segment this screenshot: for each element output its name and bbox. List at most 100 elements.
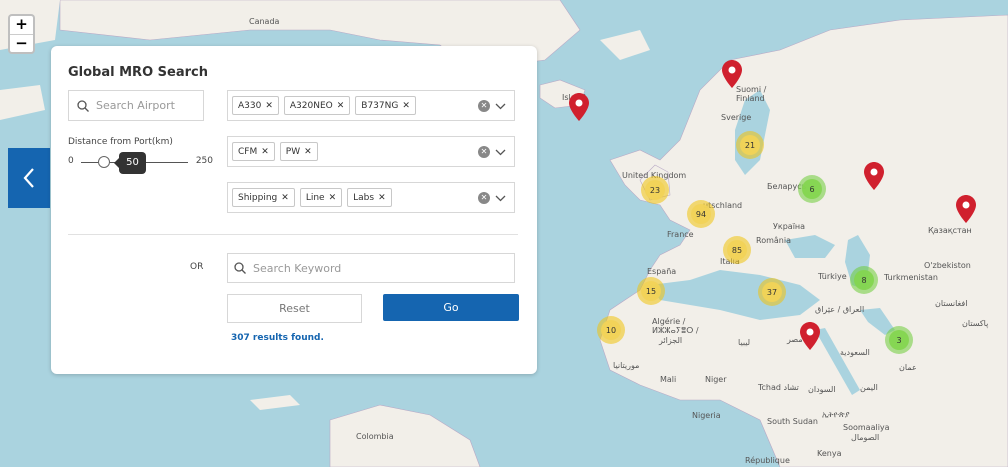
map-label: ليبيا bbox=[738, 338, 751, 347]
map-label: Turkmenistan bbox=[884, 273, 938, 282]
map-label: Türkiye bbox=[818, 272, 847, 281]
airport-search-input[interactable]: Search Airport bbox=[68, 90, 204, 121]
keyword-placeholder: Search Keyword bbox=[253, 261, 342, 275]
slider-value-tooltip: 50 bbox=[114, 152, 146, 174]
map-label: Mali bbox=[660, 375, 677, 384]
cluster-count: 85 bbox=[726, 239, 748, 261]
location-pin-icon[interactable] bbox=[722, 60, 742, 88]
tag-label: PW bbox=[285, 146, 301, 157]
marker-cluster[interactable]: 94 bbox=[687, 200, 715, 228]
map-label: Tchad تشاد bbox=[758, 383, 799, 392]
remove-tag-icon[interactable]: ✕ bbox=[329, 189, 337, 207]
slider-thumb[interactable] bbox=[98, 156, 110, 168]
cluster-count: 23 bbox=[644, 179, 666, 201]
chevron-down-icon[interactable] bbox=[495, 192, 506, 204]
map-label: افغانستان bbox=[935, 299, 968, 308]
map-label: اليمن bbox=[860, 383, 878, 392]
go-button[interactable]: Go bbox=[383, 294, 519, 321]
keyword-search-input[interactable]: Search Keyword bbox=[227, 253, 515, 283]
divider bbox=[68, 234, 518, 235]
clear-icon[interactable]: ✕ bbox=[478, 100, 490, 112]
tag-label: A330 bbox=[238, 100, 262, 111]
location-pin-icon[interactable] bbox=[956, 195, 976, 223]
tag-chip[interactable]: CFM ✕ bbox=[232, 142, 275, 161]
marker-cluster[interactable]: 3 bbox=[885, 326, 913, 354]
tag-chip[interactable]: Shipping ✕ bbox=[232, 188, 295, 207]
map-label: الصومال bbox=[851, 433, 880, 442]
airport-placeholder: Search Airport bbox=[96, 99, 175, 112]
map-label: Colombia bbox=[356, 432, 394, 441]
cluster-count: 94 bbox=[690, 203, 712, 225]
map-label: Қазақстан bbox=[928, 226, 972, 235]
cluster-count: 3 bbox=[888, 329, 910, 351]
location-pin-icon[interactable] bbox=[864, 162, 884, 190]
tag-chip[interactable]: A330 ✕ bbox=[232, 96, 279, 115]
map-label: Soomaaliya bbox=[843, 423, 890, 432]
chevron-down-icon[interactable] bbox=[495, 100, 506, 112]
map-label: România bbox=[756, 236, 791, 245]
distance-slider[interactable]: 0 50 250 bbox=[68, 152, 213, 174]
tag-chip[interactable]: Labs ✕ bbox=[347, 188, 392, 207]
marker-cluster[interactable]: 15 bbox=[637, 277, 665, 305]
map-label: Algérie / bbox=[652, 317, 686, 326]
marker-cluster[interactable]: 23 bbox=[641, 176, 669, 204]
chevron-down-icon[interactable] bbox=[495, 146, 506, 158]
multiselect-controls: ✕ bbox=[478, 192, 506, 204]
engine-multiselect[interactable]: CFM ✕ PW ✕ ✕ bbox=[227, 136, 515, 167]
slider-min: 0 bbox=[68, 156, 74, 166]
map-label: السودان bbox=[808, 385, 836, 394]
or-label: OR bbox=[190, 262, 204, 272]
location-pin-icon[interactable] bbox=[569, 93, 589, 121]
tag-chip[interactable]: Line ✕ bbox=[299, 188, 343, 207]
map-label: Nigeria bbox=[692, 411, 721, 420]
map-label: العراق / عێراق bbox=[815, 305, 865, 314]
aircraft-multiselect[interactable]: A330 ✕ A320NEO ✕ B737NG ✕ ✕ bbox=[227, 90, 515, 121]
remove-tag-icon[interactable]: ✕ bbox=[304, 143, 312, 161]
remove-tag-icon[interactable]: ✕ bbox=[402, 97, 410, 115]
map-label: الجزائر bbox=[659, 336, 683, 345]
remove-tag-icon[interactable]: ✕ bbox=[265, 97, 273, 115]
zoom-out-button[interactable]: − bbox=[10, 34, 33, 52]
map-label: Niger bbox=[705, 375, 727, 384]
multiselect-controls: ✕ bbox=[478, 100, 506, 112]
map-label: Kenya bbox=[817, 449, 842, 458]
clear-icon[interactable]: ✕ bbox=[478, 192, 490, 204]
marker-cluster[interactable]: 37 bbox=[758, 278, 786, 306]
marker-cluster[interactable]: 8 bbox=[850, 266, 878, 294]
map-label: Canada bbox=[249, 17, 280, 26]
marker-cluster[interactable]: 85 bbox=[723, 236, 751, 264]
map-label: Finland bbox=[736, 94, 765, 103]
zoom-in-button[interactable]: + bbox=[10, 16, 33, 34]
remove-tag-icon[interactable]: ✕ bbox=[281, 189, 289, 207]
tag-chip[interactable]: B737NG ✕ bbox=[355, 96, 416, 115]
cluster-count: 15 bbox=[640, 280, 662, 302]
tag-label: Line bbox=[305, 192, 325, 203]
map-label: السعودية bbox=[840, 348, 870, 357]
map-label: ኢትዮጵያ bbox=[822, 410, 850, 419]
cluster-count: 21 bbox=[739, 134, 761, 156]
marker-cluster[interactable]: 6 bbox=[798, 175, 826, 203]
tag-chip[interactable]: A320NEO ✕ bbox=[283, 96, 351, 115]
multiselect-controls: ✕ bbox=[478, 146, 506, 158]
panel-title: Global MRO Search bbox=[68, 65, 208, 80]
clear-icon[interactable]: ✕ bbox=[478, 146, 490, 158]
marker-cluster[interactable]: 10 bbox=[597, 316, 625, 344]
search-panel: Global MRO Search Search Airport Distanc… bbox=[51, 46, 537, 374]
map-label: عمان bbox=[899, 363, 917, 372]
search-icon bbox=[77, 99, 89, 112]
remove-tag-icon[interactable]: ✕ bbox=[261, 143, 269, 161]
tag-label: Labs bbox=[353, 192, 375, 203]
location-pin-icon[interactable] bbox=[800, 322, 820, 350]
cluster-count: 37 bbox=[761, 281, 783, 303]
remove-tag-icon[interactable]: ✕ bbox=[378, 189, 386, 207]
results-count: 307 results found. bbox=[231, 333, 324, 343]
remove-tag-icon[interactable]: ✕ bbox=[337, 97, 345, 115]
marker-cluster[interactable]: 21 bbox=[736, 131, 764, 159]
map-label: O'zbekiston bbox=[924, 261, 971, 270]
collapse-panel-button[interactable] bbox=[8, 148, 50, 208]
map-label: France bbox=[667, 230, 694, 239]
reset-button[interactable]: Reset bbox=[227, 294, 362, 323]
zoom-control: + − bbox=[8, 14, 35, 54]
category-multiselect[interactable]: Shipping ✕ Line ✕ Labs ✕ ✕ bbox=[227, 182, 515, 213]
tag-chip[interactable]: PW ✕ bbox=[279, 142, 318, 161]
